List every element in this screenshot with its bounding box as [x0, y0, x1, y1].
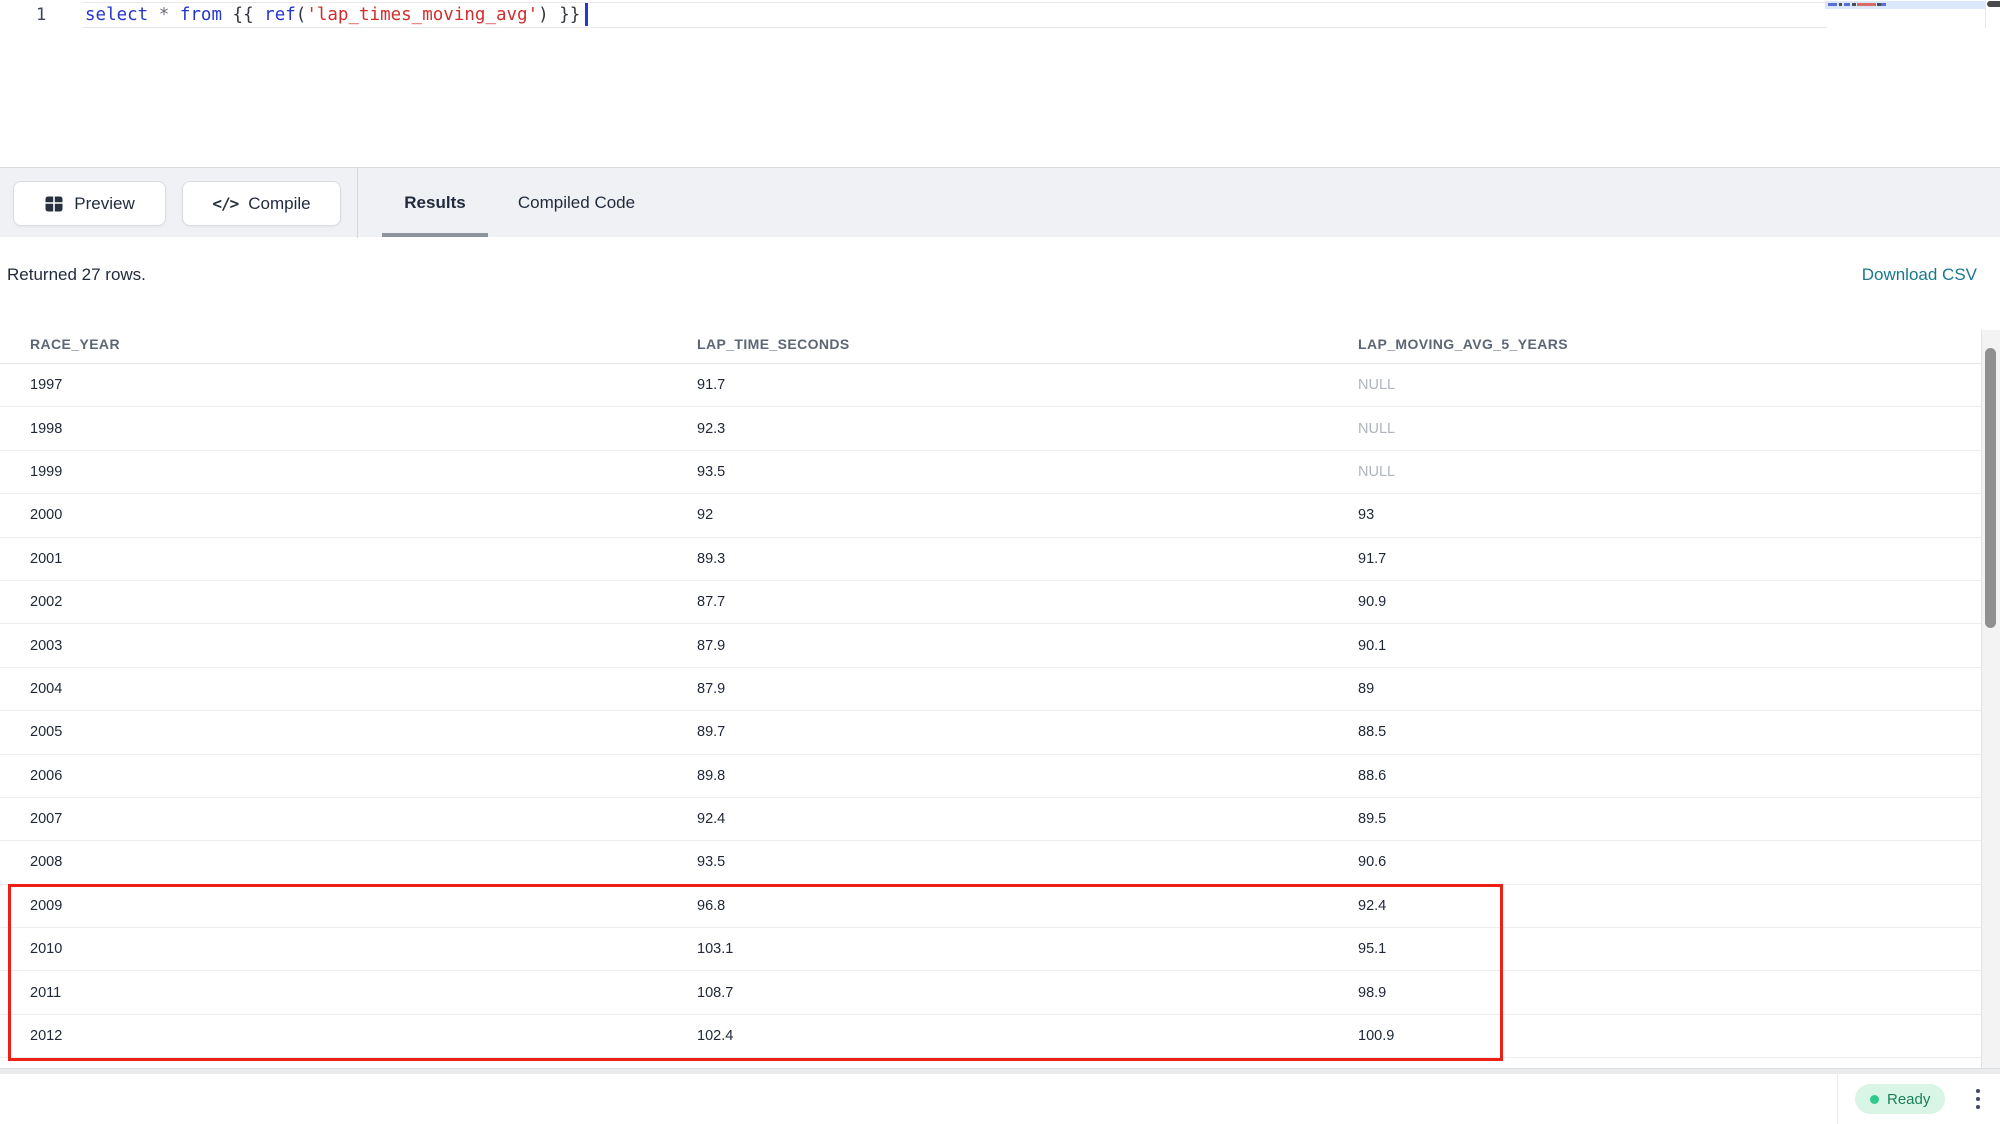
cell-race-year: 2008 [0, 854, 667, 870]
table-row: 2004 87.9 89 [0, 668, 1981, 711]
text-cursor [585, 3, 588, 26]
cell-lap-time-seconds: 92.4 [667, 811, 1328, 827]
editor-minimap[interactable] [1825, 1, 1985, 9]
table-row: 2007 92.4 89.5 [0, 798, 1981, 841]
cell-race-year: 2003 [0, 638, 667, 654]
table-row: 2010 103.1 95.1 [0, 928, 1981, 971]
cell-lap-time-seconds: 102.4 [667, 1028, 1328, 1044]
cell-race-year: 2000 [0, 507, 667, 523]
minimap-edge-line [1985, 0, 1986, 28]
table-body: 1997 91.7 NULL 1998 92.3 NULL 1999 93.5 … [0, 364, 1981, 1058]
table-row: 2001 89.3 91.7 [0, 538, 1981, 581]
table-header-row: RACE_YEAR LAP_TIME_SECONDS LAP_MOVING_AV… [0, 324, 1981, 364]
cell-race-year: 1997 [0, 377, 667, 393]
compile-button[interactable]: </> Compile [182, 181, 341, 226]
preview-button[interactable]: Preview [13, 181, 166, 226]
cell-race-year: 2005 [0, 724, 667, 740]
table-row: 1999 93.5 NULL [0, 451, 1981, 494]
toolbar-divider [357, 168, 358, 238]
code-line[interactable]: select * from {{ ref('lap_times_moving_a… [85, 3, 580, 27]
cell-lap-moving-avg-5-years: 88.5 [1328, 724, 1981, 740]
cell-race-year: 1999 [0, 464, 667, 480]
cell-race-year: 2011 [0, 985, 667, 1001]
tab-results[interactable]: Results [382, 168, 488, 238]
table-row: 2006 89.8 88.6 [0, 755, 1981, 798]
cell-lap-time-seconds: 87.9 [667, 638, 1328, 654]
table-row: 2008 93.5 90.6 [0, 841, 1981, 884]
cell-lap-time-seconds: 91.7 [667, 377, 1328, 393]
table-row: 2003 87.9 90.1 [0, 624, 1981, 667]
line-number: 1 [36, 3, 58, 27]
cell-lap-time-seconds: 89.8 [667, 768, 1328, 784]
cell-lap-moving-avg-5-years: 91.7 [1328, 551, 1981, 567]
table-row: 2002 87.7 90.9 [0, 581, 1981, 624]
cell-race-year: 2007 [0, 811, 667, 827]
cell-race-year: 2010 [0, 941, 667, 957]
minimap-code-marks [1828, 3, 1886, 6]
table-row: 2011 108.7 98.9 [0, 971, 1981, 1014]
cell-lap-time-seconds: 108.7 [667, 985, 1328, 1001]
cell-lap-moving-avg-5-years: NULL [1328, 377, 1981, 393]
cell-lap-moving-avg-5-years: 88.6 [1328, 768, 1981, 784]
tab-results-label: Results [404, 193, 465, 213]
cell-lap-moving-avg-5-years: 100.9 [1328, 1028, 1981, 1044]
editor-scrollbar-thumb[interactable] [1987, 1, 2000, 7]
code-icon: </> [212, 194, 238, 213]
cell-lap-time-seconds: 92 [667, 507, 1328, 523]
cell-lap-moving-avg-5-years: 93 [1328, 507, 1981, 523]
active-tab-underline [382, 233, 488, 237]
cell-lap-time-seconds: 89.7 [667, 724, 1328, 740]
status-bar: Ready [0, 1074, 2000, 1124]
green-dot-icon [1870, 1095, 1879, 1104]
cell-lap-time-seconds: 89.3 [667, 551, 1328, 567]
ide-window: 1 select * from {{ ref('lap_times_moving… [0, 0, 2000, 1124]
cell-lap-moving-avg-5-years: 90.1 [1328, 638, 1981, 654]
ready-status-label: Ready [1887, 1091, 1930, 1108]
row-count-summary: Returned 27 rows. [7, 262, 146, 288]
cell-lap-moving-avg-5-years: 92.4 [1328, 898, 1981, 914]
column-header-lap-moving-avg-5-years: LAP_MOVING_AVG_5_YEARS [1328, 336, 1981, 352]
table-row: 2012 102.4 100.9 [0, 1015, 1981, 1058]
cell-lap-time-seconds: 93.5 [667, 464, 1328, 480]
table-row: 2005 89.7 88.5 [0, 711, 1981, 754]
cell-lap-moving-avg-5-years: NULL [1328, 464, 1981, 480]
table-row: 2000 92 93 [0, 494, 1981, 537]
compile-button-label: Compile [248, 194, 310, 214]
kebab-menu-icon[interactable] [1968, 1082, 1988, 1116]
cell-lap-time-seconds: 103.1 [667, 941, 1328, 957]
cell-lap-time-seconds: 87.9 [667, 681, 1328, 697]
column-header-lap-time-seconds: LAP_TIME_SECONDS [667, 336, 1328, 352]
table-row: 1997 91.7 NULL [0, 364, 1981, 407]
cell-lap-moving-avg-5-years: 95.1 [1328, 941, 1981, 957]
table-row: 1998 92.3 NULL [0, 407, 1981, 450]
cell-lap-moving-avg-5-years: 98.9 [1328, 985, 1981, 1001]
cell-lap-moving-avg-5-years: NULL [1328, 421, 1981, 437]
results-toolbar: Preview </> Compile Results Compiled Cod… [0, 167, 2000, 237]
tab-compiled-code[interactable]: Compiled Code [513, 168, 640, 238]
cell-race-year: 2009 [0, 898, 667, 914]
cell-lap-moving-avg-5-years: 90.6 [1328, 854, 1981, 870]
cell-lap-time-seconds: 96.8 [667, 898, 1328, 914]
cell-race-year: 2004 [0, 681, 667, 697]
cell-lap-time-seconds: 87.7 [667, 594, 1328, 610]
cell-race-year: 2001 [0, 551, 667, 567]
results-scrollbar-thumb[interactable] [1985, 348, 1996, 628]
download-csv-link[interactable]: Download CSV [1862, 262, 1977, 288]
column-header-race-year: RACE_YEAR [0, 336, 667, 352]
status-bar-divider [1837, 1074, 1838, 1124]
table-grid-icon [44, 194, 64, 214]
cell-lap-time-seconds: 92.3 [667, 421, 1328, 437]
ready-status-badge[interactable]: Ready [1855, 1084, 1945, 1114]
cell-lap-moving-avg-5-years: 89 [1328, 681, 1981, 697]
cell-race-year: 2002 [0, 594, 667, 610]
cell-race-year: 2012 [0, 1028, 667, 1044]
tab-compiled-code-label: Compiled Code [518, 193, 635, 213]
cell-lap-moving-avg-5-years: 89.5 [1328, 811, 1981, 827]
cell-lap-moving-avg-5-years: 90.9 [1328, 594, 1981, 610]
cell-race-year: 2006 [0, 768, 667, 784]
preview-button-label: Preview [74, 194, 134, 214]
cell-race-year: 1998 [0, 421, 667, 437]
cell-lap-time-seconds: 93.5 [667, 854, 1328, 870]
table-row: 2009 96.8 92.4 [0, 885, 1981, 928]
